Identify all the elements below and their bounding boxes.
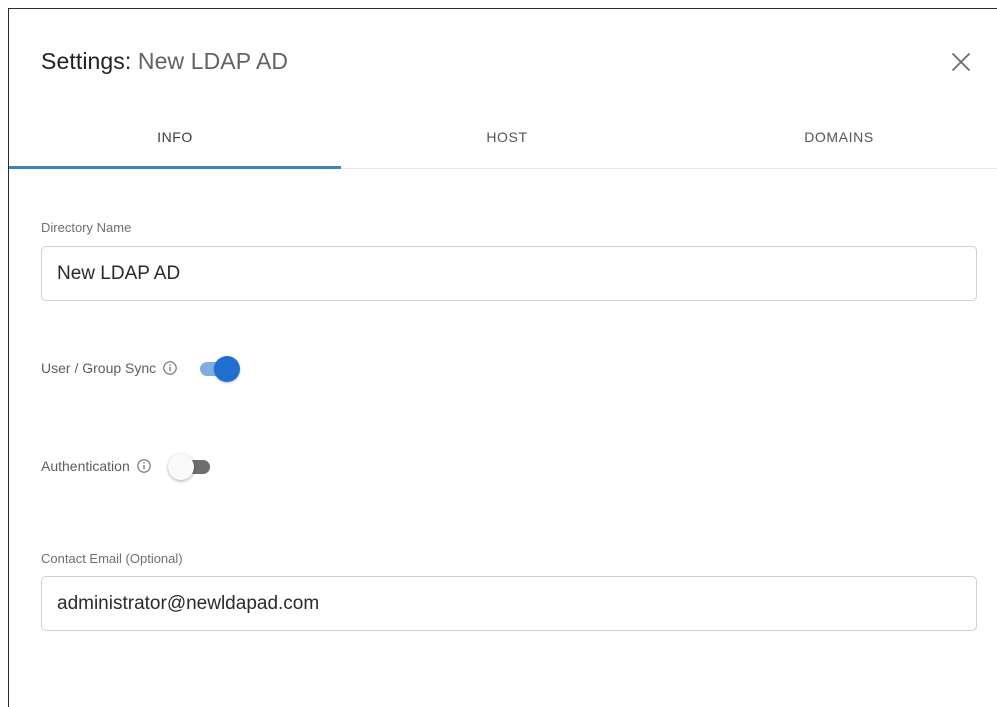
authentication-label: Authentication	[41, 458, 130, 474]
tab-domains[interactable]: DOMAINS	[673, 112, 997, 168]
toggle-thumb	[167, 454, 194, 480]
dialog-title-prefix: Settings:	[41, 48, 132, 74]
tab-host[interactable]: HOST	[341, 112, 673, 168]
close-icon	[952, 53, 970, 71]
contact-email-input[interactable]	[41, 576, 977, 631]
dialog-title: Settings: New LDAP AD	[41, 47, 288, 75]
tab-info[interactable]: INFO	[9, 112, 341, 168]
directory-name-input[interactable]	[41, 246, 977, 301]
user-group-sync-toggle[interactable]	[194, 354, 241, 382]
contact-email-label: Contact Email (Optional)	[41, 551, 183, 566]
authentication-row: Authentication	[41, 450, 214, 482]
dialog-title-name: New LDAP AD	[137, 48, 289, 74]
tab-bar: INFO HOST DOMAINS	[9, 112, 997, 169]
active-tab-indicator	[9, 166, 341, 169]
user-group-sync-label: User / Group Sync	[41, 360, 157, 376]
close-button[interactable]	[946, 47, 976, 77]
directory-name-label: Directory Name	[41, 220, 132, 235]
info-icon[interactable]	[162, 360, 178, 376]
user-group-sync-row: User / Group Sync	[41, 352, 241, 384]
settings-dialog: Settings: New LDAP AD INFO HOST DOMAINS …	[8, 8, 997, 707]
toggle-thumb	[214, 356, 241, 382]
info-icon[interactable]	[136, 458, 152, 474]
authentication-toggle[interactable]	[167, 452, 214, 480]
